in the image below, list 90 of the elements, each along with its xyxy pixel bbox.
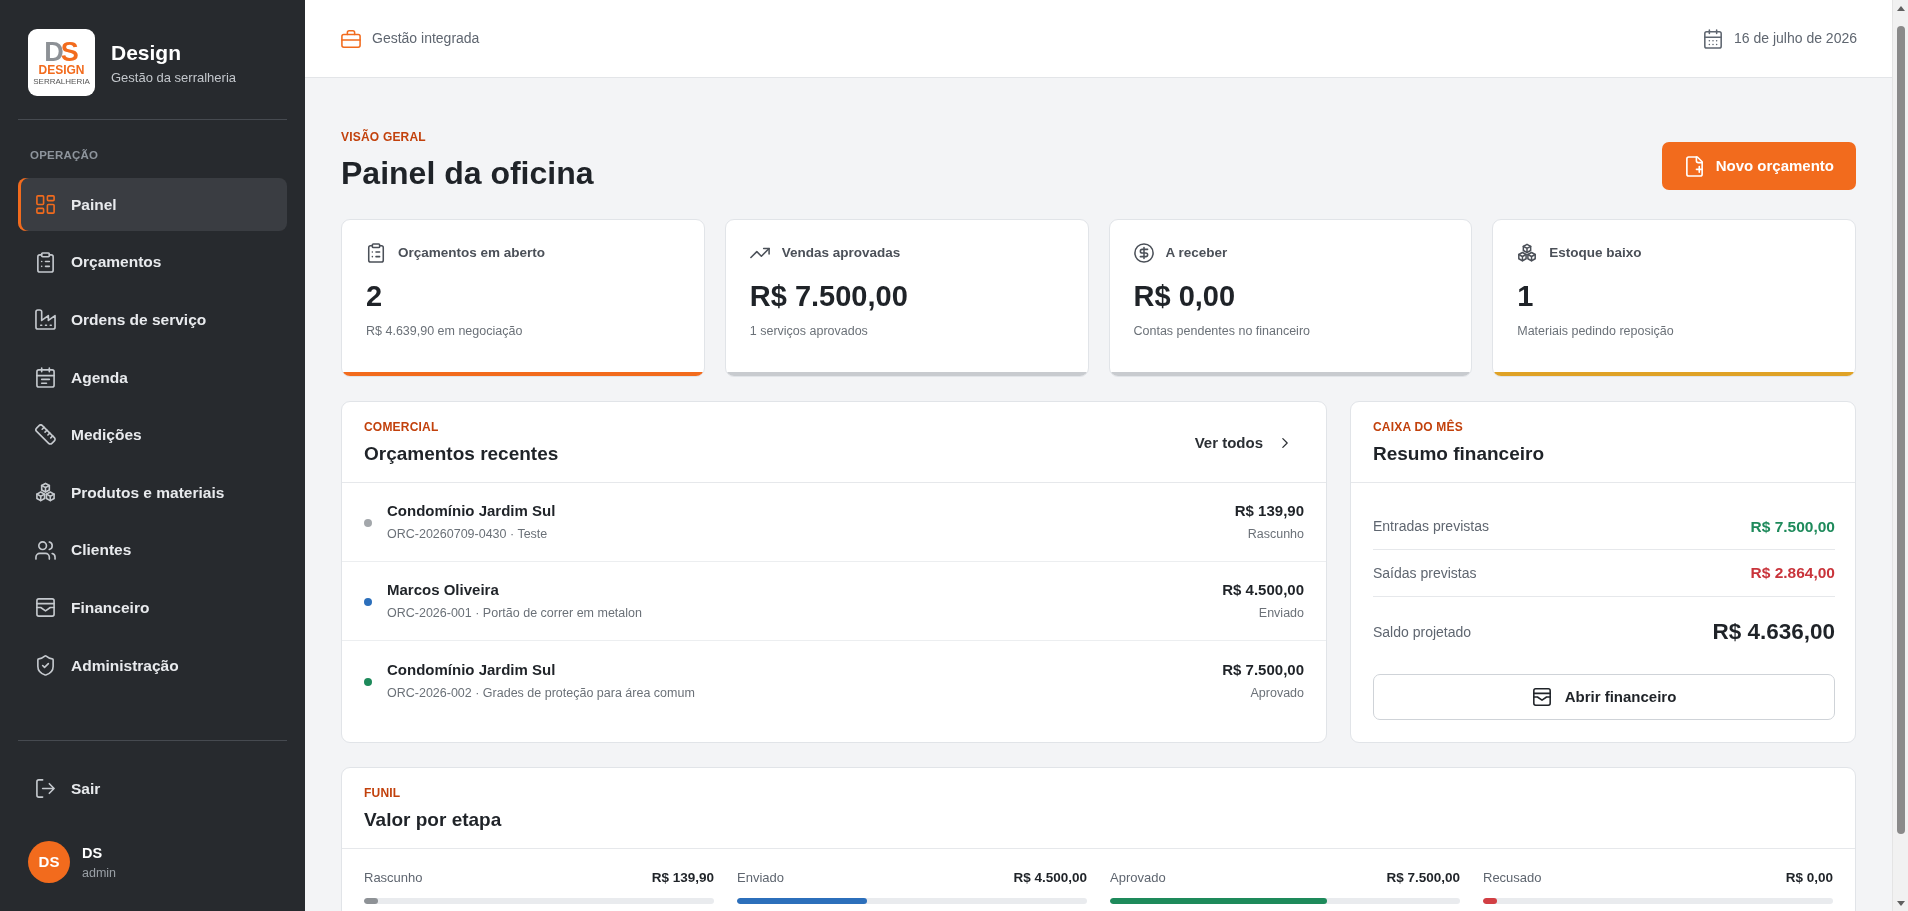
- finance-label: Saídas previstas: [1373, 563, 1477, 583]
- quote-status: Aprovado: [1250, 684, 1304, 702]
- file-plus-icon: [1683, 155, 1705, 177]
- quote-amount: R$ 4.500,00: [1222, 580, 1304, 600]
- user-avatar: DS: [28, 841, 70, 883]
- cubes-icon: [1517, 243, 1538, 263]
- stage-amount: R$ 4.500,00: [1013, 869, 1087, 887]
- stat-note: R$ 4.639,90 em negociação: [366, 323, 524, 340]
- stat-label: Vendas aprovadas: [781, 244, 901, 262]
- stat-note: Contas pendentes no financeiro: [1133, 323, 1311, 340]
- clipboard-list-icon: [366, 243, 386, 263]
- brand-name: Design: [111, 39, 182, 66]
- header-date: 16 de julho de 2026: [1734, 29, 1857, 48]
- stage-label: Enviado: [737, 869, 784, 887]
- stat-value: R$ 0,00: [1133, 279, 1237, 314]
- users-icon: [35, 539, 56, 561]
- stat-value: 2: [366, 279, 384, 314]
- client-name: Marcos Oliveira: [387, 580, 500, 600]
- page-title: Painel da oficina: [341, 154, 594, 192]
- quote-reference: ORC-2026-001 · Portão de correr em metalon: [387, 605, 643, 622]
- quote-amount: R$ 139,90: [1234, 501, 1304, 521]
- sidebar-item[interactable]: Produtos e materiais: [18, 465, 287, 519]
- logout-icon: [35, 778, 56, 799]
- ruler-icon: [35, 424, 56, 446]
- sidebar-item[interactable]: Ordens de serviço: [18, 293, 287, 347]
- sidebar-item[interactable]: Medições: [18, 408, 287, 462]
- client-name: Condomínio Jardim Sul: [387, 659, 557, 680]
- section-label: OPERAÇÃO: [30, 148, 99, 163]
- expense-amount: R$ 2.864,00: [1750, 563, 1835, 584]
- stat-note: Materiais pedindo reposição: [1517, 323, 1675, 340]
- stage-label: Recusado: [1483, 869, 1542, 887]
- cubes-icon: [35, 481, 56, 503]
- quote-reference: ORC-2026-002 · Grades de proteção para área comum: [387, 684, 696, 702]
- logo-tagline: SERRALHERIA: [33, 76, 90, 86]
- stat-label: Orçamentos em aberto: [398, 244, 546, 262]
- header-context: Gestão integrada: [372, 29, 480, 48]
- balance-amount: R$ 4.636,00: [1712, 618, 1835, 647]
- panel-eyebrow: CAIXA DO MÊS: [1373, 419, 1464, 435]
- sidebar-item[interactable]: Agenda: [18, 350, 287, 404]
- scrollbar[interactable]: [1892, 0, 1908, 911]
- clipboard-list-icon: [35, 251, 56, 273]
- scroll-down-icon[interactable]: [1896, 901, 1905, 906]
- dashboard-grid-icon: [35, 194, 56, 215]
- quote-reference: ORC-20260709-0430 · Teste: [387, 526, 549, 543]
- stat-value: R$ 7.500,00: [749, 279, 909, 314]
- shield-check-icon: [35, 654, 56, 676]
- calendar-icon: [35, 366, 56, 388]
- logout-link[interactable]: Sair: [18, 762, 287, 815]
- stage-label: Aprovado: [1110, 869, 1166, 887]
- panel-title: Orçamentos recentes: [364, 442, 559, 466]
- stat-label: A receber: [1165, 244, 1228, 262]
- open-finance-button[interactable]: Abrir financeiro: [1373, 674, 1835, 720]
- sidebar-item[interactable]: Orçamentos: [18, 235, 287, 289]
- scroll-up-icon[interactable]: [1896, 6, 1905, 11]
- brand-subtitle: Gestão da serralheria: [111, 68, 236, 86]
- sidebar-item[interactable]: Financeiro: [18, 581, 287, 635]
- sidebar-item[interactable]: Painel: [18, 178, 287, 231]
- panel-eyebrow: COMERCIAL: [364, 419, 440, 435]
- dollar-circle-icon: [1133, 243, 1154, 263]
- scrollbar-thumb[interactable]: [1896, 26, 1905, 834]
- sidebar-item[interactable]: Clientes: [18, 523, 287, 577]
- quote-status: Enviado: [1258, 605, 1304, 622]
- user-role: admin: [82, 864, 117, 881]
- user-name: DS: [82, 843, 104, 862]
- quote-status: Rascunho: [1247, 526, 1304, 543]
- finance-label: Entradas previstas: [1373, 517, 1489, 536]
- stage-label: Rascunho: [364, 869, 423, 887]
- stat-label: Estoque baixo: [1549, 244, 1642, 262]
- stage-amount: R$ 139,90: [651, 869, 714, 887]
- logo-wordmark: DESIGN: [38, 63, 85, 77]
- see-all-link[interactable]: Ver todos: [1182, 425, 1305, 461]
- client-name: Condomínio Jardim Sul: [387, 501, 557, 521]
- panel-title: Resumo financeiro: [1373, 442, 1545, 466]
- factory-icon: [35, 309, 56, 331]
- stat-value: 1: [1517, 279, 1535, 314]
- quote-amount: R$ 7.500,00: [1222, 659, 1304, 680]
- finance-label: Saldo projetado: [1373, 622, 1472, 642]
- page-eyebrow: VISÃO GERAL: [341, 129, 427, 145]
- logo-monogram: DS: [44, 39, 77, 64]
- stat-note: 1 serviços aprovados: [749, 323, 869, 340]
- tray-icon: [1531, 687, 1552, 707]
- tray-icon: [35, 597, 56, 619]
- stage-amount: R$ 0,00: [1785, 869, 1833, 887]
- briefcase-icon: [341, 28, 361, 49]
- calendar-icon: [1703, 28, 1723, 49]
- income-amount: R$ 7.500,00: [1750, 516, 1835, 537]
- sidebar-item[interactable]: Administração: [18, 638, 287, 692]
- panel-title: Valor por etapa: [364, 808, 502, 832]
- stage-amount: R$ 7.500,00: [1386, 869, 1460, 887]
- panel-eyebrow: FUNIL: [364, 785, 402, 801]
